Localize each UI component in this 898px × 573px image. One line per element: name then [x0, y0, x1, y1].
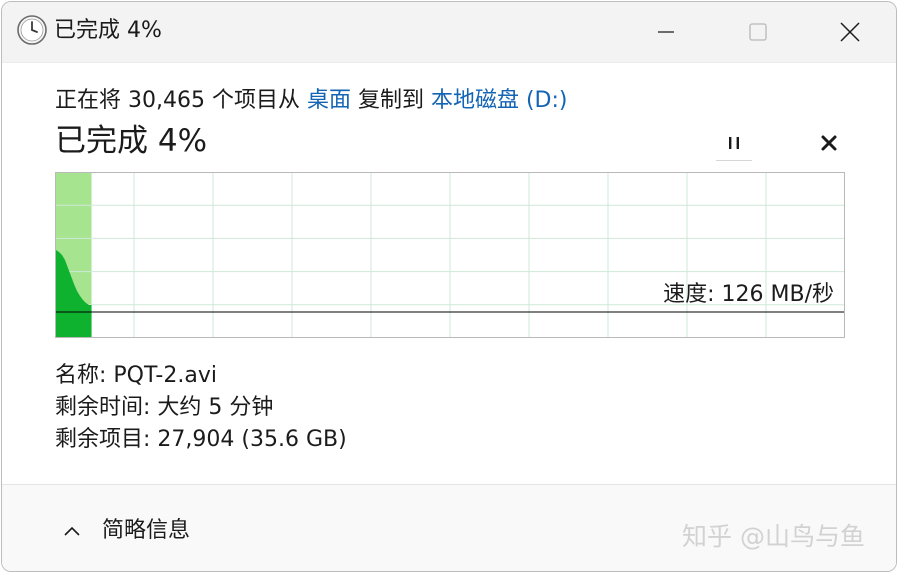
chevron-up-icon — [64, 526, 80, 536]
time-remaining-row: 剩余时间: 大约 5 分钟 — [55, 392, 347, 424]
title-bar[interactable]: 已完成 4% — [2, 2, 896, 63]
speed-graph — [55, 172, 845, 338]
time-remaining-value: 大约 5 分钟 — [157, 395, 274, 420]
name-value: PQT-2.avi — [113, 363, 217, 388]
close-window-button[interactable] — [804, 2, 896, 62]
minimize-button[interactable] — [620, 2, 712, 62]
items-remaining-value: 27,904 (35.6 GB) — [157, 427, 347, 452]
close-icon — [840, 22, 860, 42]
maximize-button[interactable] — [712, 2, 804, 62]
copy-middle: 复制到 — [350, 88, 431, 113]
cancel-button[interactable] — [812, 126, 846, 160]
close-icon — [821, 135, 837, 151]
minimize-icon — [658, 31, 674, 33]
destination-link[interactable]: 本地磁盘 (D:) — [431, 88, 568, 113]
copy-prefix: 正在将 30,465 个项目从 — [55, 88, 307, 113]
maximize-icon — [749, 23, 767, 41]
name-row: 名称: PQT-2.avi — [55, 360, 347, 392]
copy-description: 正在将 30,465 个项目从 桌面 复制到 本地磁盘 (D:) — [55, 86, 568, 116]
name-label: 名称: — [55, 363, 114, 388]
pause-button[interactable] — [716, 126, 752, 161]
less-details-toggle[interactable]: 简略信息 — [62, 515, 190, 547]
progress-status: 已完成 4% — [55, 123, 208, 159]
copy-progress-window: 已完成 4% 正在将 30,465 个项目从 桌面 复制到 本地磁盘 (D:) … — [1, 1, 897, 572]
footer: 简略信息 知乎 @山鸟与鱼 — [2, 485, 896, 571]
source-link[interactable]: 桌面 — [307, 88, 351, 113]
time-remaining-label: 剩余时间: — [55, 395, 158, 420]
pause-icon — [729, 137, 739, 149]
items-remaining-label: 剩余项目: — [55, 427, 158, 452]
window-title: 已完成 4% — [54, 18, 162, 43]
watermark: 知乎 @山鸟与鱼 — [682, 522, 865, 551]
less-details-label: 简略信息 — [102, 518, 191, 543]
clock-icon — [17, 15, 47, 45]
items-remaining-row: 剩余项目: 27,904 (35.6 GB) — [55, 424, 347, 456]
speed-label: 速度: 126 MB/秒 — [663, 282, 834, 307]
details-panel: 名称: PQT-2.avi 剩余时间: 大约 5 分钟 剩余项目: 27,904… — [55, 360, 347, 456]
